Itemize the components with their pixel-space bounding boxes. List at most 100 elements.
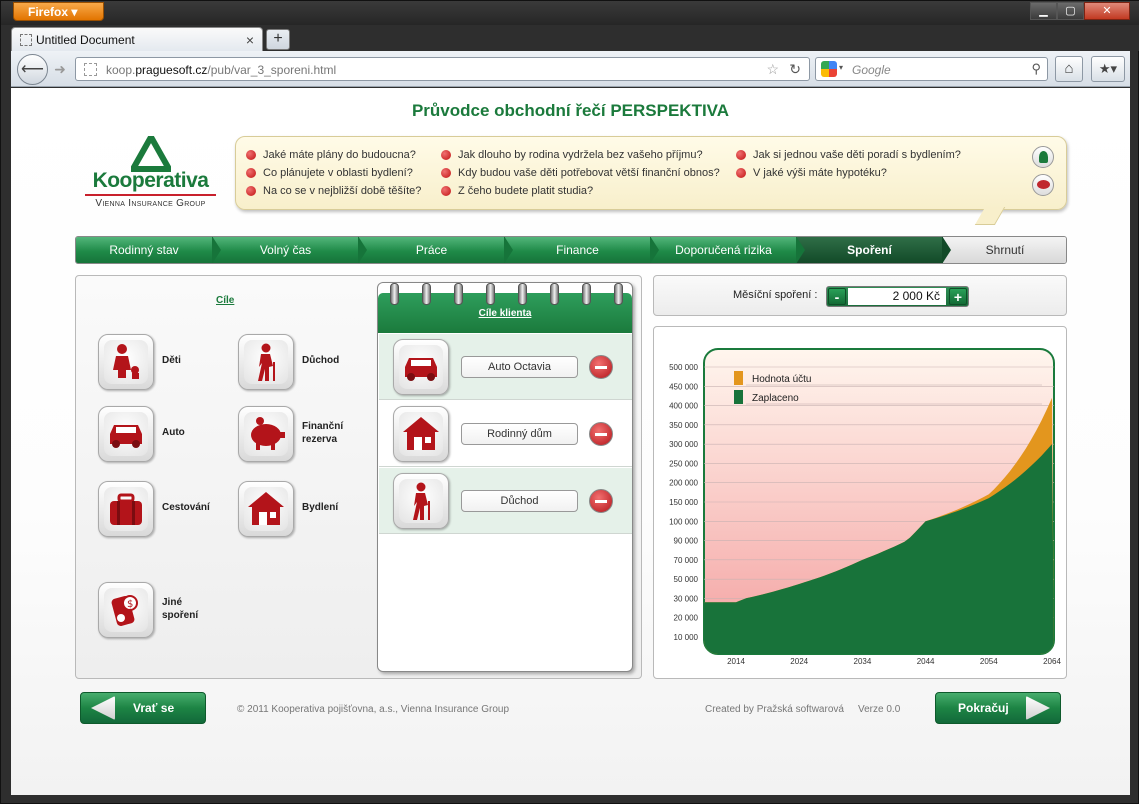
y-tick-label: 500 000	[669, 363, 698, 372]
back-button[interactable]: Vrať se	[80, 692, 206, 724]
monthly-savings-label: Měsíční spoření :	[733, 289, 818, 301]
x-tick-label: 2024	[790, 657, 808, 666]
client-goal-field[interactable]: Auto Octavia	[461, 356, 578, 378]
ring-binding	[582, 283, 591, 305]
car-icon	[110, 425, 142, 448]
house-icon	[248, 492, 284, 525]
step-rodinny-stav[interactable]: Rodinný stav	[76, 237, 221, 263]
question-item[interactable]: Na co se v nejbližší době těšíte?	[246, 185, 421, 197]
bubble-tail	[974, 207, 1006, 225]
x-tick-label: 2054	[980, 657, 998, 666]
step-label: Spoření	[847, 243, 892, 257]
y-tick-label: 400 000	[669, 402, 698, 411]
legend-swatch	[734, 371, 743, 385]
page-title: Průvodce obchodní řečí PERSPEKTIVA	[411, 101, 730, 120]
step-prace[interactable]: Práce	[359, 237, 513, 263]
tab-close-icon[interactable]: ×	[246, 32, 254, 48]
continue-button[interactable]: Pokračuj	[935, 692, 1061, 724]
question-item[interactable]: V jaké výši máte hypotéku?	[736, 167, 887, 179]
goal-button[interactable]	[238, 334, 294, 390]
client-goal-field[interactable]: Rodinný dům	[461, 423, 578, 445]
goal-button[interactable]	[98, 334, 154, 390]
tab-strip: Untitled Document × + ▼	[1, 25, 1139, 66]
y-tick-label: 300 000	[669, 440, 698, 449]
remove-goal-icon[interactable]	[589, 422, 613, 446]
search-icon[interactable]: ⚲	[1031, 61, 1041, 77]
page-content: Průvodce obchodní řečí PERSPEKTIVA Koope…	[11, 88, 1130, 795]
home-icon[interactable]: ⌂	[1055, 56, 1083, 82]
client-goal-icon-button[interactable]	[393, 473, 449, 529]
url-host: praguesoft.cz	[135, 63, 208, 77]
goals-heading[interactable]: Cíle	[216, 295, 234, 306]
forward-arrow-icon[interactable]: ➜	[49, 59, 71, 79]
step-label: Práce	[415, 243, 448, 257]
client-goals-heading[interactable]: Cíle klienta	[378, 308, 632, 319]
question-item[interactable]: Jaké máte plány do budoucna?	[246, 149, 416, 161]
client-goal-row: Rodinný dům	[379, 401, 632, 467]
step-volny-cas[interactable]: Volný čas	[213, 237, 367, 263]
legend-label: Zaplaceno	[752, 393, 799, 404]
firefox-menu-button[interactable]: Firefox ▾	[13, 2, 104, 21]
remove-goal-icon[interactable]	[589, 489, 613, 513]
client-goal-icon-button[interactable]	[393, 339, 449, 395]
url-prefix: koop.	[106, 63, 136, 77]
left-arrow-icon	[91, 696, 115, 720]
step-doporucena-rizika[interactable]: Doporučená rizika	[651, 237, 805, 263]
question-item[interactable]: Kdy budou vaše děti potřebovat větší fin…	[441, 167, 720, 179]
chat-icon[interactable]	[1032, 174, 1054, 196]
close-window-icon[interactable]: ✕	[1084, 2, 1130, 20]
maximize-icon[interactable]: ▢	[1057, 2, 1084, 20]
legend-swatch	[734, 390, 743, 404]
y-tick-label: 50 000	[674, 575, 699, 584]
y-tick-label: 200 000	[669, 479, 698, 488]
window-controls: ▁ ▢ ✕	[1030, 2, 1130, 20]
chevron-down-icon[interactable]: ▾	[839, 63, 843, 72]
step-sporeni[interactable]: Spoření	[797, 237, 951, 263]
bookmarks-menu-icon[interactable]: ★▾	[1091, 56, 1125, 82]
url-bar[interactable]: koop.praguesoft.cz/pub/var_3_sporeni.htm…	[75, 57, 810, 81]
step-shrnuti[interactable]: Shrnutí	[943, 237, 1066, 263]
new-tab-button[interactable]: +	[266, 29, 290, 50]
step-label: Volný čas	[259, 243, 312, 257]
monthly-savings-value[interactable]: 2 000 Kč	[848, 288, 946, 305]
reload-icon[interactable]: ↻	[789, 61, 801, 78]
search-placeholder: Google	[852, 63, 891, 77]
client-goals-notebook: Cíle klienta Auto Octavia Rodinný dům Dů…	[377, 282, 633, 672]
question-item[interactable]: Co plánujete v oblasti bydlení?	[246, 167, 413, 179]
elderly-icon	[258, 343, 275, 381]
goal-button[interactable]	[238, 406, 294, 462]
client-goal-row: Auto Octavia	[379, 334, 632, 400]
goal-button[interactable]: $	[98, 582, 154, 638]
client-goal-icon-button[interactable]	[393, 406, 449, 462]
goal-button[interactable]	[98, 481, 154, 537]
site-identity-icon[interactable]	[84, 63, 97, 76]
y-tick-label: 30 000	[674, 594, 699, 603]
question-item[interactable]: Jak dlouho by rodina vydržela bez vašeho…	[441, 149, 703, 161]
y-tick-label: 450 000	[669, 382, 698, 391]
google-icon[interactable]	[821, 61, 837, 77]
back-arrow-icon[interactable]: ⟵	[17, 54, 48, 85]
client-goal-field[interactable]: Důchod	[461, 490, 578, 512]
goal-button[interactable]	[98, 406, 154, 462]
decrease-button[interactable]: -	[828, 288, 846, 305]
car-icon	[405, 358, 437, 381]
minimize-icon[interactable]: ▁	[1030, 2, 1057, 20]
goal-label: Děti	[162, 355, 181, 366]
person-icon[interactable]	[1032, 146, 1054, 168]
remove-goal-icon[interactable]	[589, 355, 613, 379]
step-label: Rodinný stav	[109, 243, 179, 257]
copyright-text: © 2011 Kooperativa pojišťovna, a.s., Vie…	[237, 704, 510, 715]
ring-binding	[614, 283, 623, 305]
search-input[interactable]: ▾ Google ⚲	[815, 57, 1048, 81]
browser-tab[interactable]: Untitled Document ×	[11, 27, 263, 51]
goal-button[interactable]	[238, 481, 294, 537]
question-item[interactable]: Jak si jednou vaše děti poradí s bydlení…	[736, 149, 961, 161]
question-item[interactable]: Z čeho budete platit studia?	[441, 185, 593, 197]
step-finance[interactable]: Finance	[505, 237, 659, 263]
y-tick-label: 10 000	[674, 633, 699, 642]
legend-label: Hodnota účtu	[752, 374, 812, 385]
ring-binding	[486, 283, 495, 305]
logo-divider	[85, 194, 216, 196]
increase-button[interactable]: +	[949, 288, 967, 305]
bookmark-star-icon[interactable]: ☆	[766, 61, 779, 78]
